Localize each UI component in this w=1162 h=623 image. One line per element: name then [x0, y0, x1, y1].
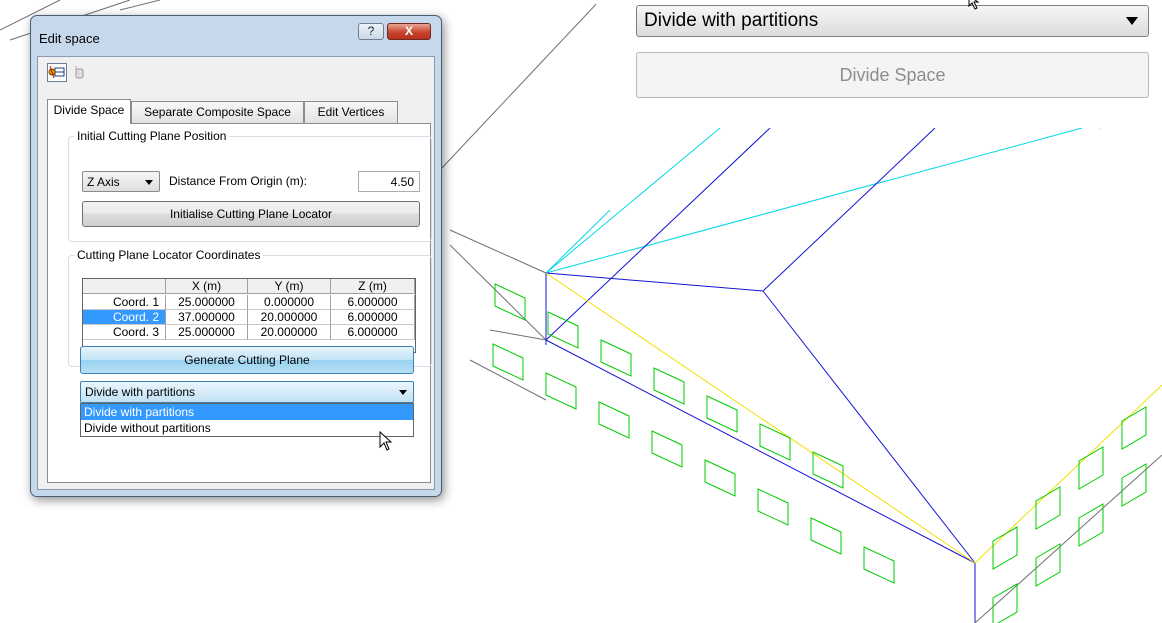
- grid-header-corner: [83, 279, 166, 294]
- chevron-down-icon: [399, 390, 407, 395]
- zoom-divide-select[interactable]: Divide with partitions: [636, 5, 1149, 37]
- tab-divide-space[interactable]: Divide Space: [47, 99, 131, 124]
- cell-z[interactable]: 6.000000: [331, 295, 415, 310]
- wireframe-cyan-edges: [545, 127, 1083, 274]
- window-outline: [704, 459, 736, 497]
- window-outline: [1121, 463, 1147, 507]
- vertex-tool-icon[interactable]: [72, 64, 88, 81]
- dialog-titlebar[interactable]: Edit space ? X: [31, 16, 441, 46]
- cut-plane-tool-icon[interactable]: [47, 63, 67, 82]
- cell-y[interactable]: 0.000000: [248, 295, 331, 310]
- wireframe-blue-edges: [545, 127, 976, 623]
- initialise-locator-button[interactable]: Initialise Cutting Plane Locator: [82, 201, 420, 227]
- cell-z[interactable]: 6.000000: [331, 310, 415, 325]
- edit-space-dialog: Edit space ? X Divide Space Separate Com…: [30, 15, 442, 497]
- cell-y[interactable]: 20.000000: [248, 310, 331, 325]
- distance-label: Distance From Origin (m):: [169, 174, 308, 188]
- window-outline: [810, 517, 842, 555]
- grid-header-x[interactable]: X (m): [166, 279, 248, 294]
- cell-y[interactable]: 20.000000: [248, 325, 331, 340]
- window-outline: [812, 451, 844, 489]
- initial-plane-group: Initial Cutting Plane Position Z Axis Di…: [68, 129, 432, 242]
- close-button[interactable]: X: [387, 23, 431, 40]
- cell-x[interactable]: 25.000000: [166, 325, 248, 340]
- locator-group-title: Cutting Plane Locator Coordinates: [74, 248, 264, 262]
- window-outline: [651, 430, 683, 468]
- zoom-divide-space-button[interactable]: Divide Space: [636, 52, 1149, 98]
- cell-x[interactable]: 37.000000: [166, 310, 248, 325]
- window-outline: [1078, 503, 1104, 547]
- tab-edit-vertices[interactable]: Edit Vertices: [304, 101, 398, 123]
- tab-separate-composite-space[interactable]: Separate Composite Space: [131, 101, 304, 123]
- axis-select-value: Z Axis: [87, 175, 120, 189]
- cell-x[interactable]: 25.000000: [166, 295, 248, 310]
- divide-mode-value: Divide with partitions: [85, 385, 196, 399]
- generate-cutting-plane-button[interactable]: Generate Cutting Plane: [80, 346, 414, 374]
- grid-header-z[interactable]: Z (m): [331, 279, 415, 294]
- table-row[interactable]: Coord. 1 25.000000 0.000000 6.000000: [83, 295, 415, 310]
- window-outline: [863, 546, 895, 584]
- divide-mode-select[interactable]: Divide with partitions: [80, 381, 414, 403]
- distance-input[interactable]: 4.50: [358, 171, 420, 192]
- grid-header-y[interactable]: Y (m): [248, 279, 331, 294]
- wireframe-yellow-edges: [545, 272, 1162, 564]
- window-outline: [759, 423, 791, 461]
- window-outline: [547, 311, 579, 349]
- divide-mode-dropdown: Divide with partitions Divide without pa…: [80, 403, 414, 437]
- window-outline: [598, 401, 630, 439]
- window-outline: [1078, 446, 1104, 490]
- window-outline: [545, 372, 577, 410]
- zoom-inset: Divide with partitions Divide Space: [596, 0, 1162, 128]
- floor-edges: [489, 329, 1162, 623]
- row-header[interactable]: Coord. 3: [83, 325, 166, 340]
- chevron-down-icon: [145, 180, 153, 185]
- mouse-pointer-icon: [968, 0, 980, 10]
- window-outlines: [492, 283, 1147, 623]
- dialog-client-area: Divide Space Separate Composite Space Ed…: [37, 56, 435, 490]
- dropdown-option-with-partitions[interactable]: Divide with partitions: [81, 404, 413, 420]
- cell-z[interactable]: 6.000000: [331, 325, 415, 340]
- window-outline: [1121, 406, 1147, 450]
- table-row[interactable]: Coord. 3 25.000000 20.000000 6.000000: [83, 325, 415, 340]
- row-header[interactable]: Coord. 1: [83, 295, 166, 310]
- axis-select[interactable]: Z Axis: [82, 171, 160, 192]
- mouse-pointer-icon: [379, 431, 393, 451]
- dropdown-option-without-partitions[interactable]: Divide without partitions: [81, 420, 413, 436]
- window-outline: [757, 488, 789, 526]
- grid-header-row: X (m) Y (m) Z (m): [83, 279, 415, 294]
- dialog-title: Edit space: [39, 31, 100, 46]
- table-row[interactable]: Coord. 2 37.000000 20.000000 6.000000: [83, 310, 415, 325]
- window-outline: [706, 395, 738, 433]
- dropdown-arrow-icon: [1126, 17, 1138, 25]
- coordinates-grid[interactable]: X (m) Y (m) Z (m) Coord. 1 25.000000 0.0…: [82, 278, 416, 353]
- help-button[interactable]: ?: [358, 23, 384, 40]
- row-header[interactable]: Coord. 2: [83, 310, 166, 325]
- initial-plane-group-title: Initial Cutting Plane Position: [74, 129, 230, 143]
- zoom-divide-select-value: Divide with partitions: [644, 10, 819, 31]
- window-outline: [992, 526, 1018, 570]
